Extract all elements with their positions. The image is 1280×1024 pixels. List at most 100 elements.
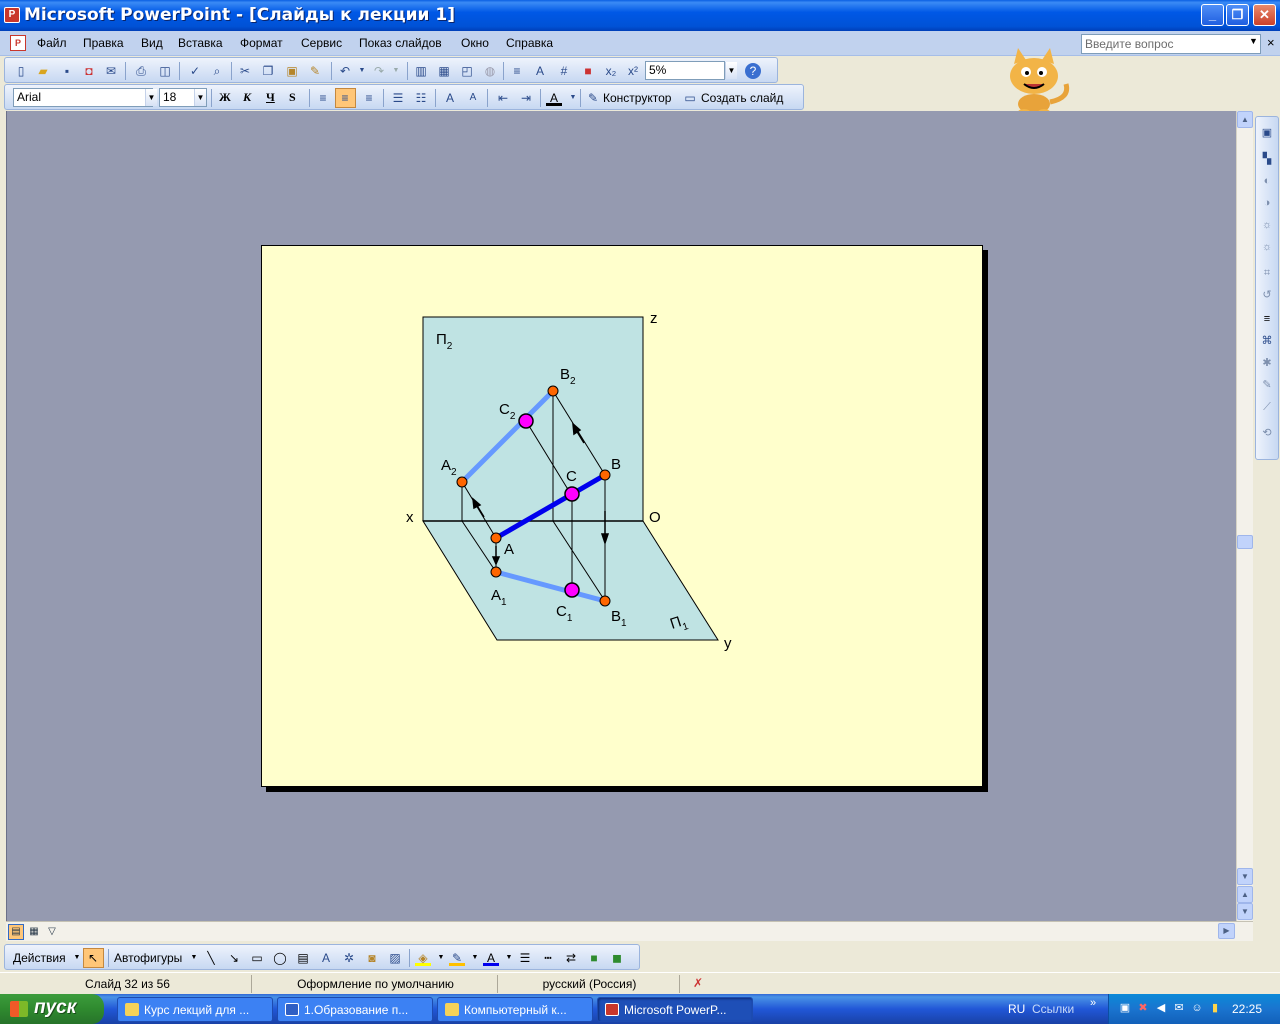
bullets-icon[interactable]: ☷ [413,90,429,106]
subscript-icon[interactable]: x₂ [603,63,619,79]
menu-insert[interactable]: Вставка [178,36,223,50]
research-icon[interactable]: ⌕ [209,63,225,79]
line-color-icon[interactable]: ✎ [449,950,465,966]
bold-button[interactable]: Ж [219,90,231,105]
less-brightness-icon[interactable]: ☼ [1259,239,1275,255]
keyboard-language[interactable]: RU [1008,1002,1025,1016]
font-size-dropdown-icon[interactable]: ▼ [194,89,206,106]
diagram-icon[interactable]: ✲ [341,950,357,966]
menu-edit[interactable]: Правка [83,36,124,50]
font-color-dropdown-icon[interactable]: ▼ [565,90,581,106]
format-painter-icon[interactable]: ✎ [307,63,323,79]
recolor-icon[interactable]: ✱ [1259,355,1275,371]
links-toolbar[interactable]: Ссылки [1032,1002,1074,1016]
undo-dropdown-icon[interactable]: ▼ [354,63,370,79]
actions-menu[interactable]: Действия [13,951,66,965]
slide-sorter-icon[interactable]: ▦ [26,924,42,940]
menu-slideshow[interactable]: Показ слайдов [359,36,442,50]
mail-icon[interactable]: ✉ [1172,1001,1186,1015]
3d-style-icon[interactable]: ◼ [609,950,625,966]
arrow-icon[interactable]: ↘ [226,950,242,966]
clip-art-icon[interactable]: ◙ [364,950,380,966]
spelling-status-icon[interactable]: ✗ [690,975,706,991]
decrease-indent-icon[interactable]: ⇤ [495,90,511,106]
tables-borders-icon[interactable]: ◰ [459,63,475,79]
draw-font-color-dropdown-icon[interactable]: ▼ [501,950,517,966]
close-button[interactable]: ✕ [1253,4,1276,26]
vertical-scrollbar[interactable]: ▲ ▼ ▲ ▼ [1236,111,1253,921]
messenger-icon[interactable]: ☺ [1190,1001,1204,1015]
design-template[interactable]: Оформление по умолчанию [254,975,498,993]
insert-hyperlink-icon[interactable]: ◍ [482,63,498,79]
redo-dropdown-icon[interactable]: ▼ [388,63,404,79]
scroll-right-icon[interactable]: ▶ [1218,923,1235,939]
font-name-select[interactable]: Arial [13,88,153,107]
increase-indent-icon[interactable]: ⇥ [518,90,534,106]
task-powerpoint[interactable]: Microsoft PowerP... [597,997,753,1022]
text-box-icon[interactable]: ▤ [295,950,311,966]
copy-icon[interactable]: ❐ [260,63,276,79]
maximize-button[interactable]: ❐ [1226,4,1249,26]
previous-slide-icon[interactable]: ▲ [1237,886,1253,903]
line-style-icon[interactable]: ≡ [1259,311,1275,327]
spelling-icon[interactable]: ✓ [187,63,203,79]
menu-view[interactable]: Вид [141,36,163,50]
line-color-dropdown-icon[interactable]: ▼ [467,950,483,966]
help-icon[interactable]: ? [745,63,761,79]
help-dropdown-icon[interactable]: ▼ [1249,36,1258,46]
less-contrast-icon[interactable]: ◑ [1259,195,1275,211]
set-transparent-icon[interactable]: ⟋ [1259,399,1275,415]
document-close-button[interactable]: × [1267,35,1275,50]
show-grid-icon[interactable]: # [556,63,572,79]
antivirus-icon[interactable]: ✖ [1136,1001,1150,1015]
more-brightness-icon[interactable]: ☼ [1259,217,1275,233]
scroll-thumb[interactable] [1237,535,1253,549]
shadow-style-icon[interactable]: ■ [586,950,602,966]
new-slide-button[interactable]: Создать слайд [701,91,783,105]
task-word-document[interactable]: 1.Образование п... [277,997,433,1022]
decrease-font-icon[interactable]: A [465,90,481,106]
volume-icon[interactable]: ◀ [1154,1001,1168,1015]
compress-icon[interactable]: ⌘ [1259,333,1275,349]
save-icon[interactable]: ▪ [59,63,75,79]
open-icon[interactable]: ▰ [35,63,51,79]
insert-table-icon[interactable]: ▦ [436,63,452,79]
scroll-down-icon[interactable]: ▼ [1237,868,1253,885]
italic-button[interactable]: К [243,90,251,105]
rotate-icon[interactable]: ↺ [1259,287,1275,303]
font-name-dropdown-icon[interactable]: ▼ [145,89,157,106]
menu-file[interactable]: Файл [37,36,67,50]
insert-chart-icon[interactable]: ▥ [413,63,429,79]
new-icon[interactable]: ▯ [13,63,29,79]
undo-icon[interactable]: ↶ [337,63,353,79]
align-left-icon[interactable]: ≡ [315,90,331,106]
paste-icon[interactable]: ▣ [284,63,300,79]
more-contrast-icon[interactable]: ◐ [1259,173,1275,189]
redo-icon[interactable]: ↷ [371,63,387,79]
color-icon[interactable]: ▚ [1259,151,1275,167]
oval-icon[interactable]: ◯ [272,950,288,966]
line-icon[interactable]: ╲ [203,950,219,966]
zoom-select[interactable]: 5% [645,61,725,80]
autoshapes-dropdown-icon[interactable]: ▼ [186,950,202,966]
menu-format[interactable]: Формат [240,36,283,50]
color-grayscale-icon[interactable]: ■ [580,63,596,79]
print-preview-icon[interactable]: ◫ [157,63,173,79]
crop-icon[interactable]: ⌗ [1259,265,1275,281]
fill-color-icon[interactable]: ◈ [415,950,431,966]
help-question-input[interactable]: Введите вопрос [1081,34,1261,54]
menu-tools[interactable]: Сервис [301,36,342,50]
expand-all-icon[interactable]: ≡ [509,63,525,79]
network-icon[interactable]: ▣ [1118,1001,1132,1015]
task-folder-lectures[interactable]: Курс лекций для ... [117,997,273,1022]
rectangle-icon[interactable]: ▭ [249,950,265,966]
slide-show-icon[interactable]: ▽ [44,924,60,940]
shadow-button[interactable]: S [289,90,296,105]
designer-button[interactable]: Конструктор [603,91,671,105]
arrow-style-icon[interactable]: ⇄ [563,950,579,966]
document-icon[interactable]: P [10,35,26,51]
task-folder-computer[interactable]: Компьютерный к... [437,997,593,1022]
align-right-icon[interactable]: ≡ [361,90,377,106]
menu-help[interactable]: Справка [506,36,553,50]
autoshapes-menu[interactable]: Автофигуры [114,951,182,965]
